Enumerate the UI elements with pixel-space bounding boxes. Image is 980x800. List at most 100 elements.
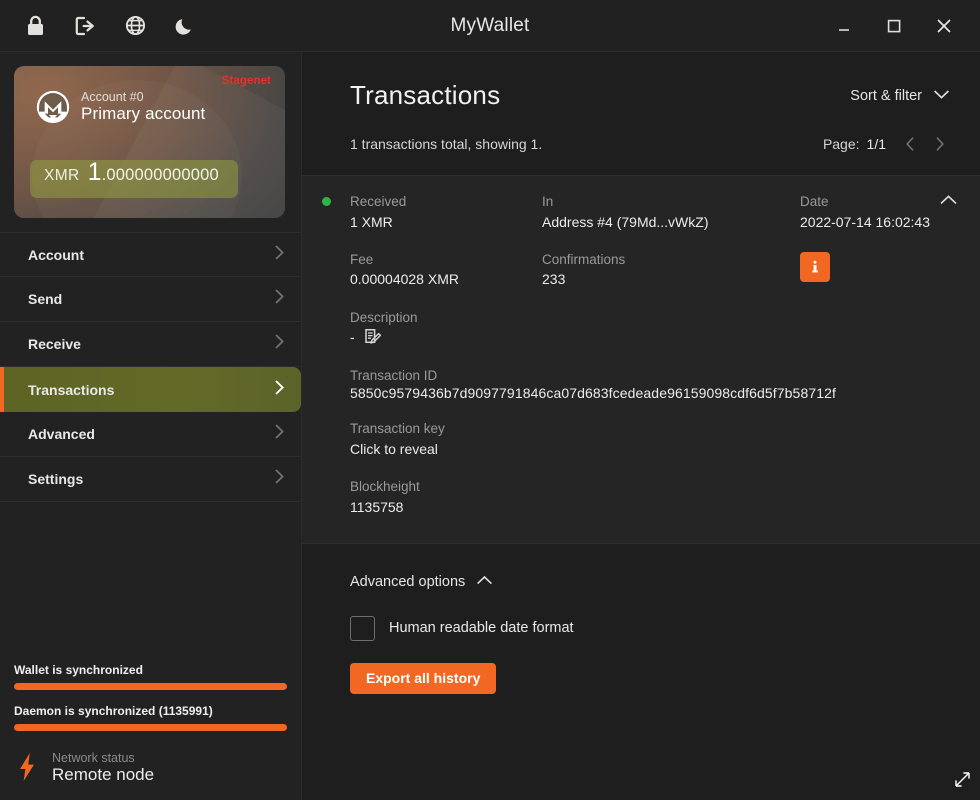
collapse-transaction-button[interactable] (939, 193, 958, 211)
network-badge: Stagenet (222, 75, 271, 87)
close-button[interactable] (922, 4, 966, 48)
human-date-format-checkbox[interactable] (350, 616, 375, 641)
balance-decimals: .000000000000 (102, 166, 219, 185)
human-date-format-label: Human readable date format (389, 620, 574, 636)
chevron-right-icon (274, 423, 285, 445)
advanced-options-area: Advanced options Human readable date for… (302, 544, 980, 694)
field-blockheight: Blockheight 1135758 (350, 477, 958, 517)
field-caption: Transaction ID (350, 366, 958, 386)
maximize-button[interactable] (872, 4, 916, 48)
wallet-window: MyWallet Stagenet (0, 0, 980, 800)
field-value: 0.00004028 XMR (350, 269, 542, 289)
balance-currency: XMR (44, 167, 80, 185)
sidebar-item-label: Send (28, 291, 62, 307)
wallet-sync-progress (14, 683, 287, 690)
account-card[interactable]: Stagenet Account #0 Primary account XMR (14, 66, 285, 218)
export-history-button[interactable]: Export all history (350, 663, 496, 694)
field-caption: Blockheight (350, 477, 958, 497)
next-page-button[interactable] (928, 133, 950, 155)
field-transaction-id: Transaction ID 5850c9579436b7d9097791846… (350, 366, 958, 402)
lightning-bolt-icon (14, 752, 40, 782)
window-body: Stagenet Account #0 Primary account XMR (0, 52, 980, 800)
reveal-transaction-key-button[interactable]: Click to reveal (350, 439, 958, 459)
edit-description-icon[interactable] (363, 328, 382, 347)
header-summary-row: 1 transactions total, showing 1. Page: 1… (350, 133, 950, 155)
globe-icon[interactable] (110, 0, 160, 52)
page-label: Page: (823, 136, 860, 152)
window-controls (822, 4, 980, 48)
sidebar-item-receive[interactable]: Receive (0, 322, 301, 367)
balance-display: XMR 1 .000000000000 (30, 160, 238, 198)
field-value: - (350, 327, 355, 347)
advanced-options-toggle[interactable]: Advanced options (350, 574, 950, 590)
chevron-right-icon (274, 468, 285, 490)
transaction-info-cell (800, 250, 958, 290)
sidebar-item-label: Receive (28, 336, 81, 352)
page-title: Transactions (350, 80, 500, 111)
info-icon (806, 258, 824, 276)
chevron-up-icon (476, 574, 493, 590)
chevron-down-icon (933, 88, 950, 104)
account-identity: Account #0 Primary account (81, 90, 205, 123)
field-caption: Transaction key (350, 419, 958, 439)
advanced-options-label: Advanced options (350, 574, 465, 590)
resize-handle[interactable] (953, 770, 972, 794)
sidebar-item-label: Settings (28, 471, 83, 487)
field-address: In Address #4 (79Md...vWkZ) (542, 192, 800, 232)
field-caption: Received (350, 192, 542, 212)
sidebar-item-transactions[interactable]: Transactions (0, 367, 301, 412)
sidebar-item-settings[interactable]: Settings (0, 457, 301, 502)
chevron-right-icon (274, 333, 285, 355)
daemon-sync-row: Daemon is synchronized (1135991) (14, 704, 287, 731)
sidebar-item-send[interactable]: Send (0, 277, 301, 322)
moon-icon[interactable] (160, 0, 210, 52)
field-description: Description - (350, 308, 958, 348)
sidebar-item-label: Account (28, 247, 84, 263)
lock-icon[interactable] (10, 0, 60, 52)
network-status-text: Network status Remote node (52, 751, 154, 784)
field-caption: Fee (350, 250, 542, 270)
header-title-row: Transactions Sort & filter (350, 80, 950, 111)
account-number: Account #0 (81, 90, 205, 104)
pagination: Page: 1/1 (823, 133, 950, 155)
daemon-sync-label: Daemon is synchronized (1135991) (14, 704, 287, 718)
network-status-caption: Network status (52, 751, 154, 765)
sidebar: Stagenet Account #0 Primary account XMR (0, 52, 302, 800)
previous-page-button[interactable] (899, 133, 921, 155)
monero-logo-icon (36, 90, 70, 124)
sidebar-item-label: Transactions (28, 382, 114, 398)
account-name: Primary account (81, 104, 205, 123)
transaction-fields: Received 1 XMR In Address #4 (79Md...vWk… (350, 192, 958, 517)
balance-integer: 1 (88, 160, 102, 185)
field-caption: In (542, 192, 800, 212)
sidebar-item-advanced[interactable]: Advanced (0, 412, 301, 457)
field-caption: Description (350, 308, 958, 328)
field-value: Address #4 (79Md...vWkZ) (542, 212, 800, 232)
network-status[interactable]: Network status Remote node (0, 745, 301, 800)
titlebar-icon-group (0, 0, 210, 52)
sidebar-item-account[interactable]: Account (0, 232, 301, 277)
logout-icon[interactable] (60, 0, 110, 52)
chevron-right-icon (274, 379, 285, 401)
field-direction: Received 1 XMR (350, 192, 542, 232)
sort-filter-button[interactable]: Sort & filter (850, 88, 950, 104)
transaction-details-button[interactable] (800, 252, 830, 282)
field-fee: Fee 0.00004028 XMR (350, 250, 542, 290)
sync-status-block: Wallet is synchronized Daemon is synchro… (0, 663, 301, 745)
field-value[interactable]: 5850c9579436b7d9097791846ca07d683fcedead… (350, 385, 958, 401)
field-date: Date 2022-07-14 16:02:43 (800, 192, 958, 232)
main-content: Transactions Sort & filter 1 transaction… (302, 52, 980, 800)
field-value: 1 XMR (350, 212, 542, 232)
daemon-sync-progress (14, 724, 287, 731)
transaction-row[interactable]: Received 1 XMR In Address #4 (79Md...vWk… (302, 175, 980, 544)
field-value: 2022-07-14 16:02:43 (800, 212, 958, 232)
sidebar-spacer (0, 502, 301, 663)
sort-filter-label: Sort & filter (850, 88, 922, 104)
sidebar-nav: Account Send Receive (0, 232, 301, 502)
chevron-right-icon (274, 244, 285, 266)
network-status-value: Remote node (52, 765, 154, 784)
minimize-button[interactable] (822, 4, 866, 48)
wallet-sync-label: Wallet is synchronized (14, 663, 287, 677)
page-value: 1/1 (867, 136, 886, 152)
field-value: 1135758 (350, 497, 958, 517)
